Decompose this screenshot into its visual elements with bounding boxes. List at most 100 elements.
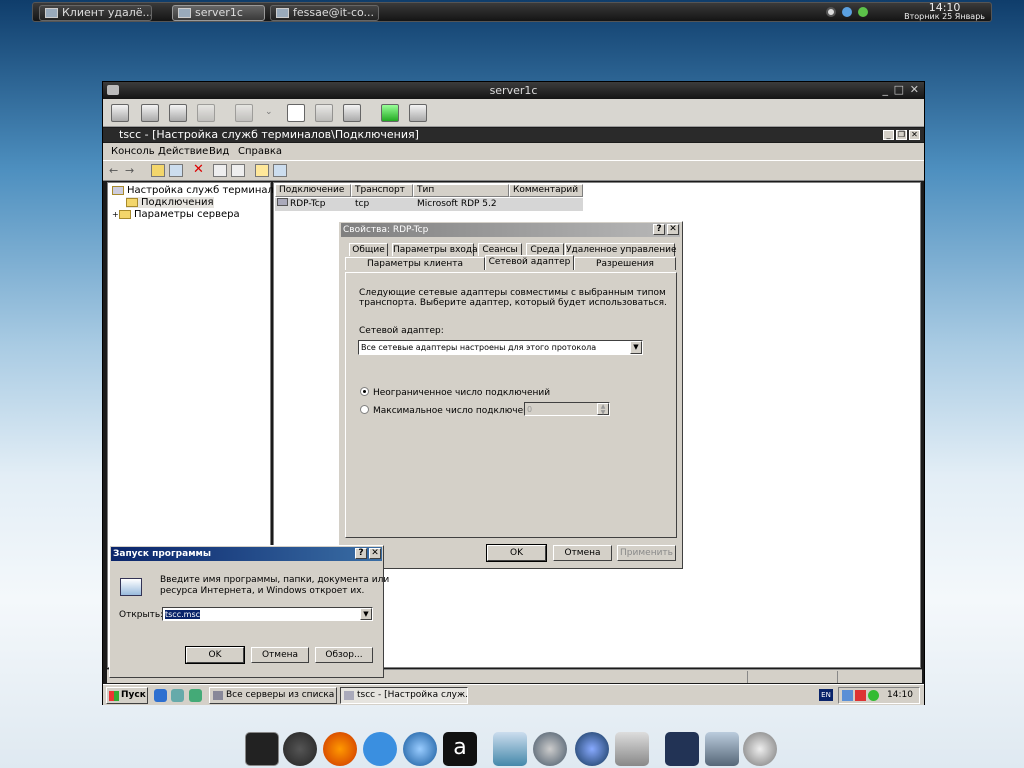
properties-icon[interactable] xyxy=(213,164,227,177)
chrome-icon[interactable] xyxy=(283,732,317,766)
window-icon[interactable] xyxy=(665,732,699,766)
menu-view[interactable]: Вид xyxy=(209,146,229,157)
column-comment[interactable]: Комментарий xyxy=(509,184,583,197)
radio-unlimited[interactable] xyxy=(360,387,369,396)
tab-permissions[interactable]: Разрешения xyxy=(574,257,676,270)
mmc-titlebar[interactable]: tscc - [Настройка служб терминалов\Подкл… xyxy=(103,128,924,142)
security-icon[interactable] xyxy=(855,690,866,701)
trash-icon[interactable] xyxy=(743,732,777,766)
back-icon[interactable]: ← xyxy=(109,164,123,177)
screen-icon[interactable] xyxy=(615,732,649,766)
mmc-minimize-button[interactable]: _ xyxy=(883,130,894,140)
tools-icon[interactable] xyxy=(315,104,333,122)
export-icon[interactable] xyxy=(231,164,245,177)
explorer-icon[interactable] xyxy=(171,689,184,702)
language-indicator[interactable]: EN xyxy=(819,689,833,701)
network-icon[interactable] xyxy=(842,690,853,701)
desktop-icon[interactable] xyxy=(189,689,202,702)
minimize-button[interactable]: _ xyxy=(883,84,889,96)
expand-icon[interactable] xyxy=(169,104,187,122)
ok-button[interactable]: OK xyxy=(486,544,547,562)
plug-icon[interactable] xyxy=(409,104,427,122)
panel-tab-mail[interactable]: fessae@it-co... xyxy=(270,5,379,21)
tree-item-connections[interactable]: Подключения xyxy=(126,197,214,208)
network-icon[interactable] xyxy=(533,732,567,766)
window-icon xyxy=(276,8,289,18)
zoom-icon[interactable] xyxy=(235,104,253,122)
show-tree-icon[interactable] xyxy=(169,164,183,177)
file-manager-icon[interactable] xyxy=(493,732,527,766)
radio-max-label[interactable]: Максимальное число подключений: xyxy=(373,406,544,416)
download-icon[interactable] xyxy=(381,104,399,122)
panel-tab-server1c[interactable]: server1c xyxy=(172,5,265,21)
cancel-button[interactable]: Отмена xyxy=(553,545,612,561)
ie-icon[interactable] xyxy=(154,689,167,702)
firefox-icon[interactable] xyxy=(323,732,357,766)
column-transport[interactable]: Транспорт xyxy=(351,184,413,197)
menu-action[interactable]: Действие xyxy=(158,146,208,157)
mmc-restore-button[interactable]: ❐ xyxy=(896,130,907,140)
update-icon[interactable] xyxy=(858,7,868,17)
menu-help[interactable]: Справка xyxy=(238,146,282,157)
tree-root[interactable]: Настройка служб терминалов xyxy=(112,185,286,196)
apply-button[interactable]: Применить xyxy=(617,545,676,561)
forward-icon[interactable]: → xyxy=(125,164,139,177)
fullscreen-icon[interactable] xyxy=(197,104,215,122)
taskbar-servers-list[interactable]: Все серверы из списка ... xyxy=(209,687,337,704)
terminal-icon[interactable] xyxy=(245,732,279,766)
menu-console[interactable]: Консоль xyxy=(111,146,155,157)
maximize-button[interactable]: □ xyxy=(894,84,904,96)
disconnect-icon[interactable] xyxy=(287,104,305,122)
tab-remote-control[interactable]: Удаленное управление xyxy=(565,243,677,256)
run-titlebar[interactable]: Запуск программы ? ✕ xyxy=(111,547,382,561)
expand-icon[interactable]: + xyxy=(112,210,119,219)
chevron-down-icon[interactable]: ▼ xyxy=(360,608,372,620)
radio-max[interactable] xyxy=(360,405,369,414)
record-icon[interactable] xyxy=(826,7,836,17)
chevron-down-icon[interactable]: ⌄ xyxy=(265,107,273,117)
tree-item-server-settings[interactable]: + Параметры сервера xyxy=(112,209,240,220)
column-type[interactable]: Тип xyxy=(413,184,509,197)
radio-unlimited-label[interactable]: Неограниченное число подключений xyxy=(373,388,550,398)
mmc-close-button[interactable]: ✕ xyxy=(909,130,920,140)
run-cancel-button[interactable]: Отмена xyxy=(251,647,309,663)
scale-icon[interactable] xyxy=(141,104,159,122)
taskbar-tscc[interactable]: tscc - [Настройка служ... xyxy=(340,687,468,704)
tray-clock[interactable]: 14:10 xyxy=(887,690,913,700)
pidgin-icon[interactable] xyxy=(363,732,397,766)
tab-network-adapter[interactable]: Сетевой адаптер xyxy=(485,255,574,270)
close-button[interactable]: ✕ xyxy=(369,548,381,559)
thunderbird-icon[interactable] xyxy=(403,732,437,766)
run-browse-button[interactable]: Обзор... xyxy=(315,647,373,663)
a-app-icon[interactable]: a xyxy=(443,732,477,766)
fit-window-icon[interactable] xyxy=(111,104,129,122)
browser-icon[interactable] xyxy=(575,732,609,766)
run-ok-button[interactable]: OK xyxy=(185,646,245,664)
status-icon[interactable] xyxy=(868,690,879,701)
open-input[interactable]: tscc.msc ▼ xyxy=(162,607,373,621)
help-icon[interactable] xyxy=(255,164,269,177)
gear-icon[interactable] xyxy=(343,104,361,122)
close-button[interactable]: ✕ xyxy=(910,84,919,96)
panel-clock[interactable]: 14:10 Вторник 25 Январь xyxy=(904,2,985,21)
tab-general[interactable]: Общие xyxy=(349,243,388,256)
spinner-arrows-icon[interactable]: ▲ ▼ xyxy=(597,403,609,415)
window-titlebar[interactable]: server1c _ □ ✕ xyxy=(103,82,924,99)
max-connections-spinner[interactable]: 0 ▲ ▼ xyxy=(524,402,610,416)
up-folder-icon[interactable] xyxy=(151,164,165,177)
tab-logon[interactable]: Параметры входа xyxy=(392,243,478,256)
adapter-select[interactable]: Все сетевые адаптеры настроены для этого… xyxy=(358,340,643,355)
panel-tab-rdp-client[interactable]: Клиент удалё... xyxy=(39,5,152,21)
console-icon[interactable] xyxy=(273,164,287,177)
start-button[interactable]: Пуск xyxy=(106,687,148,704)
dialog-titlebar[interactable]: Свойства: RDP-Tcp ? ✕ xyxy=(341,223,680,237)
help-button[interactable]: ? xyxy=(653,224,665,235)
column-connection[interactable]: Подключение xyxy=(275,184,351,197)
close-button[interactable]: ✕ xyxy=(667,224,679,235)
help-button[interactable]: ? xyxy=(355,548,367,559)
tab-client-settings[interactable]: Параметры клиента xyxy=(345,257,485,270)
dropbox-icon[interactable] xyxy=(842,7,852,17)
remote-desktop-icon[interactable] xyxy=(705,732,739,766)
chevron-down-icon[interactable]: ▼ xyxy=(630,341,642,354)
delete-icon[interactable]: ✕ xyxy=(193,163,207,177)
